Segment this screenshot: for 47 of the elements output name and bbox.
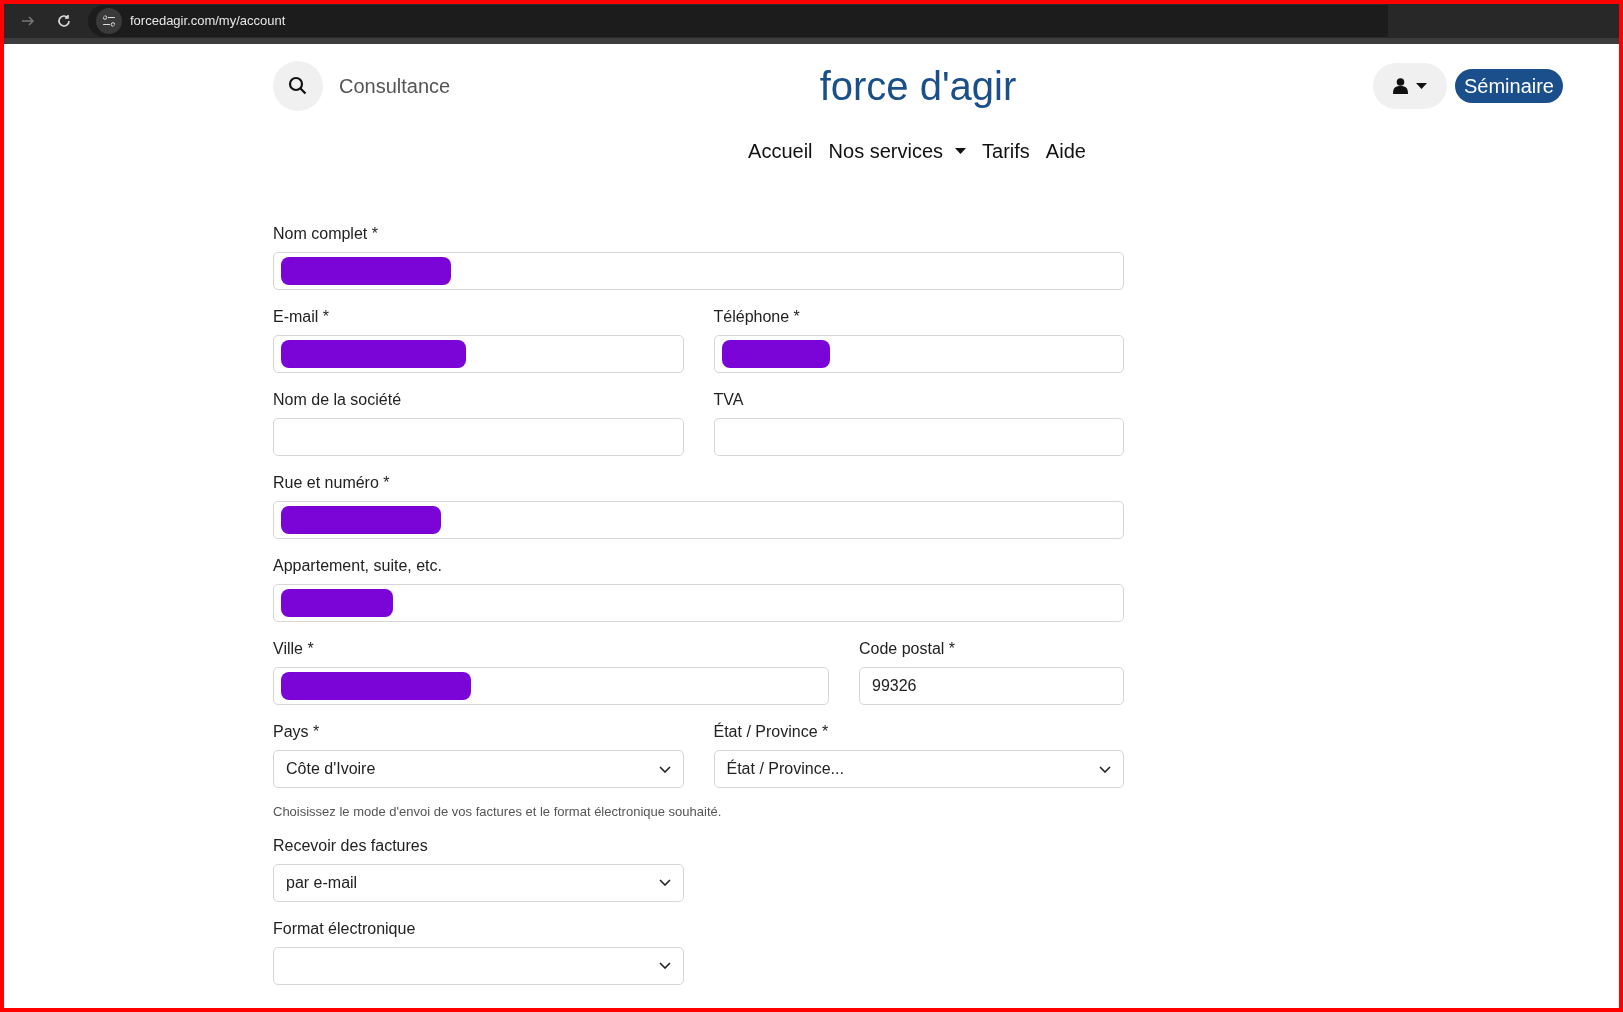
- field-label: Pays *: [273, 722, 321, 741]
- caret-icon: [1415, 83, 1427, 89]
- field-label: TVA: [713, 390, 745, 409]
- seminar-button[interactable]: Séminaire: [1454, 69, 1563, 103]
- field-label: Recevoir des factures: [273, 835, 429, 855]
- field-label: Rue et numéro *: [273, 473, 391, 492]
- input-field[interactable]: [273, 335, 684, 373]
- input-field[interactable]: [713, 418, 1124, 456]
- search-icon: [288, 76, 308, 96]
- input-field[interactable]: 99326: [859, 667, 1124, 705]
- help-text: Choisissez le mode d'envoi de vos factures et le format électronique souhaité.: [273, 803, 723, 821]
- input-field[interactable]: [713, 335, 1124, 373]
- select-field[interactable]: [273, 946, 684, 985]
- user-icon: [1392, 78, 1408, 94]
- address-bar[interactable]: forcedagir.com/my/account: [88, 5, 1388, 37]
- field-label: Format électronique: [273, 918, 417, 938]
- nav-link[interactable]: Accueil: [748, 136, 813, 166]
- field-label: État / Province *: [713, 722, 830, 741]
- field-label: Code postal *: [859, 639, 957, 658]
- field-label: Nom complet *: [273, 224, 379, 243]
- select-field[interactable]: par e-mail: [273, 863, 684, 902]
- field-label: Nom de la société: [273, 390, 403, 409]
- site-settings-icon[interactable]: [96, 8, 122, 34]
- nav-link[interactable]: Aide: [1045, 136, 1086, 166]
- field-label: Ville *: [273, 639, 315, 658]
- reload-icon[interactable]: [56, 13, 72, 29]
- site-title[interactable]: force d'agir: [703, 56, 1133, 116]
- chevron-down-icon: [658, 962, 671, 969]
- nav-link[interactable]: Tarifs: [982, 136, 1030, 166]
- field-label: E-mail *: [273, 307, 330, 326]
- select-field[interactable]: État / Province...: [713, 750, 1124, 788]
- chevron-down-icon: [1099, 765, 1111, 773]
- field-label: Appartement, suite, etc.: [273, 556, 443, 575]
- chevron-down-icon: [658, 879, 671, 886]
- input-field[interactable]: [273, 667, 829, 705]
- search-label[interactable]: Consultance: [339, 71, 451, 101]
- chevron-down-icon: [658, 765, 671, 773]
- input-field[interactable]: [273, 252, 1124, 290]
- input-field[interactable]: [273, 584, 1124, 622]
- account-menu-button[interactable]: [1372, 63, 1447, 109]
- url-text: forcedagir.com/my/account: [130, 12, 286, 31]
- select-field[interactable]: Côte d'Ivoire: [273, 750, 684, 788]
- input-field[interactable]: [273, 501, 1124, 539]
- input-field[interactable]: [273, 418, 684, 456]
- nav-link[interactable]: Nos services: [828, 136, 967, 166]
- field-label: Téléphone *: [713, 307, 801, 326]
- search-button[interactable]: [273, 61, 323, 111]
